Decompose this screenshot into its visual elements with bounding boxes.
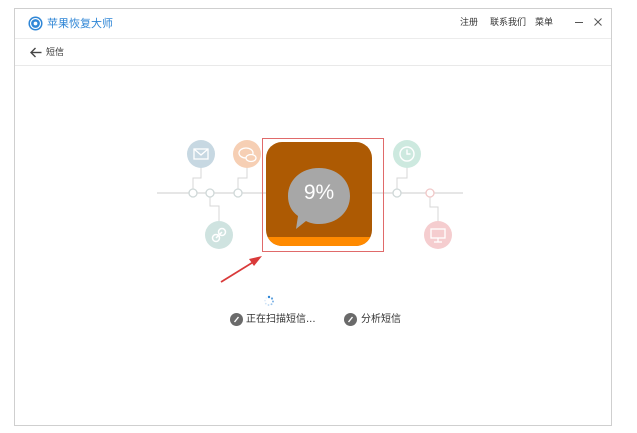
mail-icon xyxy=(187,140,215,168)
chat-bubble-icon xyxy=(233,140,261,168)
progress-bar xyxy=(266,237,372,246)
clock-icon xyxy=(393,140,421,168)
step-scanning: 正在扫描短信... xyxy=(246,314,316,325)
progress-percent: 9% xyxy=(303,181,335,204)
step-analyzing: 分析短信 xyxy=(361,314,401,325)
loading-spinner-icon xyxy=(264,295,274,306)
step-icon xyxy=(344,313,357,326)
annotation-arrow xyxy=(220,256,262,283)
monitor-icon xyxy=(424,221,452,249)
step-icon xyxy=(230,313,243,326)
link-icon xyxy=(205,221,233,249)
